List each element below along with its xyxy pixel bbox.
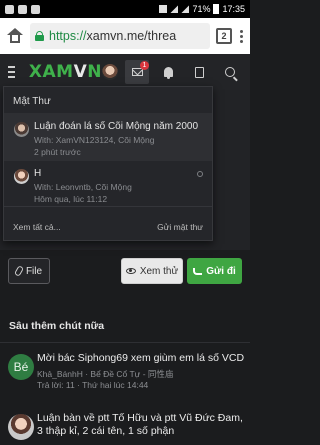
wifi-icon [170,5,179,13]
mark-read-toggle[interactable] [197,171,203,177]
paperclip-icon [13,265,25,277]
alerts-button[interactable] [156,60,180,84]
search-icon [225,67,235,77]
attach-file-button[interactable]: File [8,258,50,284]
messages-dropdown: Mật Thư Luận đoán lá số Cõi Mộng năm 200… [3,86,213,241]
attach-file-label: File [25,265,43,277]
send-reply-label: Gửi đi [206,265,236,277]
signal-icon [181,5,190,13]
conversation-participants: With: Leonvntb, Cõi Mộng [34,182,132,192]
url-text: https://xamvn.me/threa [49,29,177,43]
tab-switcher-button[interactable]: 2 [216,28,232,44]
bookmarks-button[interactable] [187,60,211,84]
lock-icon [35,31,44,41]
thread-author-forum: Khả_BánhH · Bể Đề Cổ Tự - 同性庙 [37,369,174,379]
browser-toolbar: https://xamvn.me/threa 2 [0,18,250,54]
clock: 17:35 [222,4,245,14]
conversation-participants: With: XamVN123124, Cõi Mộng [34,135,155,145]
battery-icon [213,4,220,14]
divider [0,342,250,343]
conversation-item[interactable]: Luận đoán lá số Cõi Mộng năm 2000 With: … [4,114,212,161]
hamburger-menu-icon[interactable] [8,66,15,78]
app-notification-icon [18,4,27,14]
user-avatar[interactable] [102,64,118,80]
bluetooth-icon [159,5,168,13]
battery-percent: 71% [192,4,211,14]
reply-icon [193,267,203,275]
thread-avatar[interactable]: Bé [8,354,34,380]
conversation-time: Hôm qua, lúc 11:12 [34,194,108,204]
conversation-time: 2 phút trước [34,147,81,157]
home-icon[interactable] [6,28,24,44]
envelope-icon [131,68,143,76]
thread-avatar[interactable] [8,414,34,440]
messages-badge: 1 [140,61,149,70]
conversation-item[interactable]: H With: Leonvntb, Cõi Mộng Hôm qua, lúc … [4,161,212,207]
send-reply-button[interactable]: Gửi đi [187,258,242,284]
site-logo[interactable]: XAMVN [29,62,102,82]
thread-title[interactable]: Mời bác Siphong69 xem giùm em lá số VCD [37,352,245,365]
conversation-title[interactable]: H [34,168,41,179]
address-bar[interactable]: https://xamvn.me/threa [30,23,210,49]
dropdown-title: Mật Thư [4,87,212,114]
thread-title[interactable]: Luận bàn về ptt Tố Hữu và ptt Vũ Đức Đam… [37,412,245,438]
conversation-avatar[interactable] [14,122,29,137]
eye-icon [125,268,136,274]
preview-label: Xem thử [139,265,179,277]
view-all-link[interactable]: Xem tất cả... [13,222,61,232]
preview-button[interactable]: Xem thử [121,258,183,284]
send-message-link[interactable]: Gửi mật thư [157,222,203,232]
messages-button[interactable]: 1 [125,60,149,84]
thread-stats: Trả lời: 11 · Thứ hai lúc 14:44 [37,380,149,390]
status-bar: 71% 17:35 [0,0,250,18]
editor-actions: File Xem thử Gửi đi [0,258,250,286]
notification-icon [5,4,14,14]
browser-menu-icon[interactable] [238,29,244,43]
bell-icon [163,67,173,79]
search-button[interactable] [218,60,242,84]
related-threads-title: Sâu thêm chút nữa [9,320,105,332]
dropdown-footer: Xem tất cả... Gửi mật thư [4,214,212,240]
site-header: XAMVN 1 [0,54,250,90]
document-icon [194,66,204,78]
download-icon [31,4,40,14]
conversation-title[interactable]: Luận đoán lá số Cõi Mộng năm 2000 [34,121,198,132]
conversation-avatar[interactable] [14,169,29,184]
